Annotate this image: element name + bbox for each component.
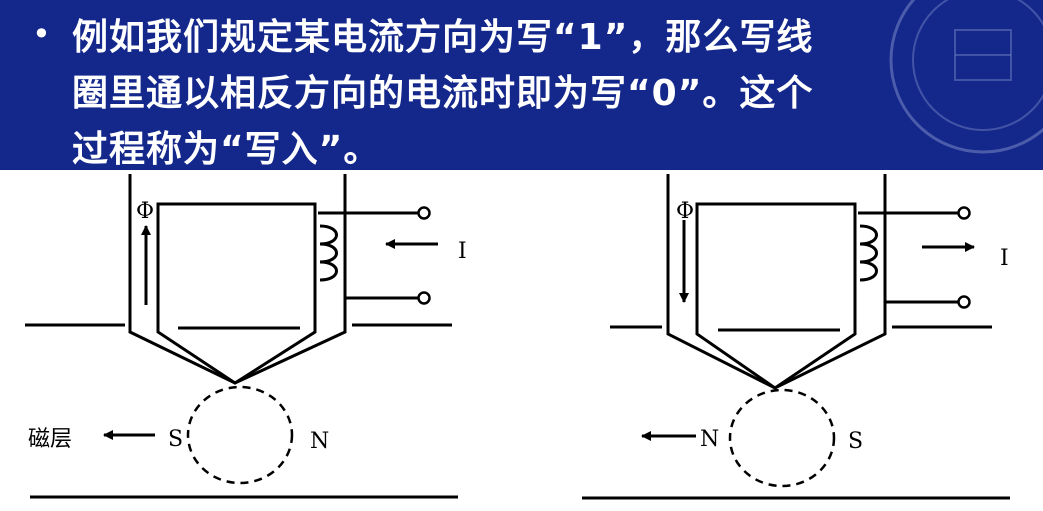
title-banner: • 例如我们规定某电流方向为写“1”，那么写线 圈里通以相反方向的电流时即为写“… — [0, 0, 1043, 170]
write-head-diagram: Φ I 磁层 S N Φ I N S — [25, 174, 1010, 500]
left-coil-icon — [319, 224, 338, 282]
right-terminal-top-icon — [957, 206, 971, 220]
left-current-label: I — [458, 239, 467, 264]
right-pole-right-label: S — [848, 429, 863, 454]
right-coil-icon — [859, 224, 878, 282]
right-head-outer-yoke — [666, 174, 887, 390]
left-pole-right-label: N — [310, 429, 329, 454]
right-flux-label: Φ — [676, 199, 694, 224]
left-terminal-bottom-icon — [417, 291, 431, 305]
left-magnetic-domain — [186, 385, 294, 485]
slide-text-line-1: 例如我们规定某电流方向为写“1”，那么写线 — [72, 17, 814, 58]
slide-text-line-3: 过程称为“写入”。 — [72, 129, 381, 170]
right-write-head — [582, 174, 1010, 500]
bullet-marker: • — [32, 15, 51, 53]
left-pole-left-label: S — [168, 427, 183, 452]
left-write-head — [25, 174, 458, 499]
left-terminal-top-icon — [417, 206, 431, 220]
right-terminal-bottom-icon — [957, 295, 971, 309]
left-flux-label: Φ — [136, 199, 154, 224]
right-pole-left-label: N — [700, 427, 719, 452]
slide-text-line-2: 圈里通以相反方向的电流时即为写“0”。这个 — [72, 73, 814, 114]
media-layer-label: 磁层 — [28, 427, 72, 452]
right-current-label: I — [1000, 246, 1009, 271]
right-magnetic-domain — [728, 388, 836, 488]
slide-text: 例如我们规定某电流方向为写“1”，那么写线 圈里通以相反方向的电流时即为写“0”… — [72, 10, 1002, 170]
